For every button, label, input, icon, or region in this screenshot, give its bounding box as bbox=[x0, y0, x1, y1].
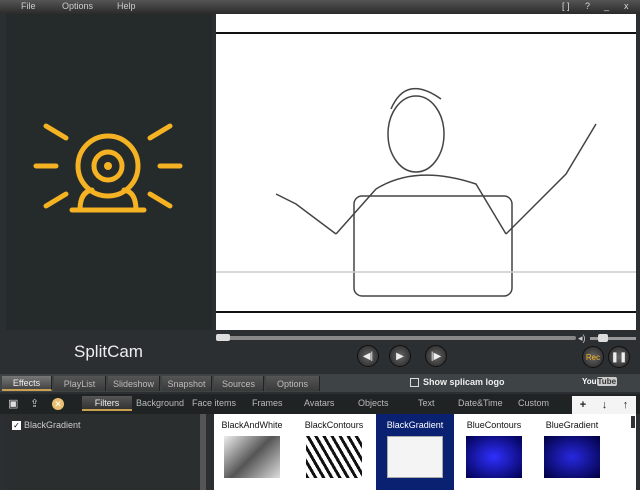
next-button[interactable]: |▶ bbox=[425, 345, 447, 367]
video-preview bbox=[216, 14, 636, 330]
youtube-button[interactable]: YouTube bbox=[582, 377, 618, 386]
filter-item[interactable]: BlackAndWhite bbox=[220, 414, 284, 490]
seek-bar[interactable] bbox=[216, 336, 576, 340]
play-button[interactable]: ▶ bbox=[389, 345, 411, 367]
play-icon: ▶ bbox=[396, 350, 404, 362]
filter-thumbnail bbox=[387, 436, 443, 478]
filter-tab-custom[interactable]: Custom bbox=[518, 398, 549, 408]
show-logo-checkbox[interactable]: Show splicam logo bbox=[410, 377, 505, 387]
filter-tab-background[interactable]: Background bbox=[136, 398, 184, 408]
minimize-button[interactable]: _ bbox=[604, 1, 609, 11]
show-logo-label: Show splicam logo bbox=[423, 377, 505, 387]
filter-item[interactable]: BlueContours bbox=[462, 414, 526, 490]
filter-tab-avatars[interactable]: Avatars bbox=[304, 398, 334, 408]
filter-item[interactable]: BlueGradient bbox=[540, 414, 604, 490]
logo-panel bbox=[6, 14, 212, 330]
volume-icon: ◂) bbox=[578, 333, 586, 343]
record-button[interactable]: Rec bbox=[582, 346, 604, 368]
filter-label: BlueGradient bbox=[545, 420, 599, 430]
load-icon[interactable]: ⇪ bbox=[30, 397, 39, 410]
save-icon[interactable]: ▣ bbox=[8, 397, 18, 410]
splitcam-logo: SplitCam bbox=[74, 342, 143, 361]
youtube-you: You bbox=[582, 377, 597, 386]
seek-handle[interactable] bbox=[216, 334, 230, 341]
menu-file[interactable]: File bbox=[21, 1, 36, 11]
fullscreen-button[interactable]: [ ] bbox=[562, 1, 570, 11]
applied-effects-list: ✓ BlackGradient bbox=[6, 414, 200, 490]
filter-tab-datetime[interactable]: Date&Time bbox=[458, 398, 503, 408]
skip-back-icon: ◀| bbox=[362, 350, 374, 362]
help-button[interactable]: ? bbox=[585, 1, 590, 11]
filter-thumbnail bbox=[466, 436, 522, 478]
gallery-scrollbar[interactable] bbox=[631, 416, 635, 428]
filter-label: BlueContours bbox=[466, 420, 522, 430]
tab-playlist[interactable]: PlayList bbox=[54, 376, 106, 391]
filter-label: BlackAndWhite bbox=[221, 420, 283, 430]
filter-tab-objects[interactable]: Objects bbox=[358, 398, 389, 408]
menu-help[interactable]: Help bbox=[117, 1, 136, 11]
tab-effects[interactable]: Effects bbox=[2, 376, 52, 391]
filter-tab-frames[interactable]: Frames bbox=[252, 398, 283, 408]
add-icon[interactable]: + bbox=[580, 399, 586, 411]
order-controls: + ↓ ↑ bbox=[572, 396, 636, 414]
filter-item-selected[interactable]: BlackGradient bbox=[376, 414, 454, 490]
volume-slider[interactable] bbox=[590, 337, 636, 340]
filter-tab-filters[interactable]: Filters bbox=[82, 396, 132, 411]
filter-thumbnail bbox=[544, 436, 600, 478]
pause-icon: ❚❚ bbox=[610, 351, 628, 363]
filter-item[interactable]: BlackContours bbox=[302, 414, 366, 490]
filter-tab-face-items[interactable]: Face items bbox=[192, 398, 236, 408]
list-item-label: BlackGradient bbox=[24, 420, 81, 430]
skip-forward-icon: |▶ bbox=[430, 350, 442, 362]
filter-label: BlackContours bbox=[304, 420, 364, 430]
close-button[interactable]: x bbox=[624, 1, 629, 11]
previous-button[interactable]: ◀| bbox=[357, 345, 379, 367]
list-item[interactable]: ✓ BlackGradient bbox=[12, 420, 81, 430]
clear-icon[interactable]: ✕ bbox=[52, 398, 64, 410]
tab-sources[interactable]: Sources bbox=[214, 376, 264, 391]
pause-button[interactable]: ❚❚ bbox=[608, 346, 630, 368]
filter-thumbnail bbox=[306, 436, 362, 478]
list-scrollbar[interactable] bbox=[200, 414, 206, 490]
checkbox-icon bbox=[410, 377, 419, 387]
filter-label: BlackGradient bbox=[386, 420, 444, 430]
tab-snapshot[interactable]: Snapshot bbox=[162, 376, 212, 391]
menu-options[interactable]: Options bbox=[62, 1, 93, 11]
filter-gallery: BlackAndWhite BlackContours BlackGradien… bbox=[214, 414, 636, 490]
youtube-tube: Tube bbox=[596, 377, 618, 386]
sketch-person-image bbox=[216, 87, 636, 297]
move-up-icon[interactable]: ↑ bbox=[623, 399, 629, 411]
checkbox-checked-icon[interactable]: ✓ bbox=[12, 420, 21, 430]
filter-thumbnail bbox=[224, 436, 280, 478]
tab-slideshow[interactable]: Slideshow bbox=[108, 376, 160, 391]
webcam-logo-icon bbox=[33, 123, 183, 213]
menu-bar bbox=[0, 0, 640, 14]
tab-options[interactable]: Options bbox=[266, 376, 320, 391]
volume-handle[interactable] bbox=[598, 334, 608, 342]
filter-tab-text[interactable]: Text bbox=[418, 398, 435, 408]
move-down-icon[interactable]: ↓ bbox=[602, 399, 608, 411]
